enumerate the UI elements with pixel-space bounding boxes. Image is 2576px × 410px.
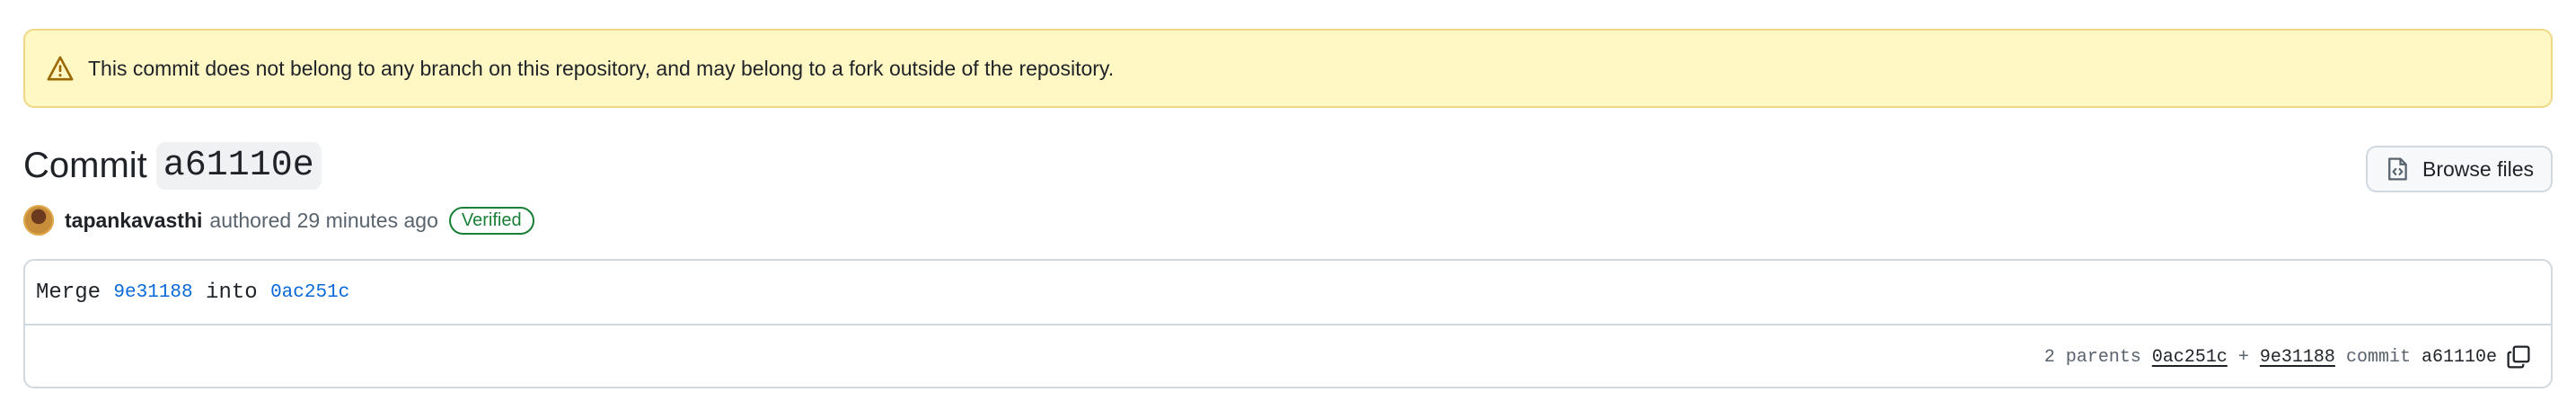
parent-sha-link-2[interactable]: 9e31188 [2260,347,2335,368]
verified-badge[interactable]: Verified [448,206,534,235]
commit-page: This commit does not belong to any branc… [0,0,2576,410]
commit-title: Commit a61110e [23,142,322,190]
parents-plus: + [2237,346,2249,368]
author-row: tapankavasthi authored 29 minutes ago Ve… [23,205,534,236]
parents-label: 2 parents [2043,346,2141,368]
parent-sha-link-1[interactable]: 0ac251c [2152,347,2228,368]
commit-message-box: Merge 9e31188 into 0ac251c 2 parents 0ac… [23,259,2553,388]
alert-icon [47,55,74,82]
author-link[interactable]: tapankavasthi [65,209,202,233]
browse-files-button[interactable]: Browse files [2366,146,2553,192]
commit-message: Merge 9e31188 into 0ac251c [25,261,2551,325]
message-middle: into [206,280,258,305]
base-sha-link[interactable]: 0ac251c [270,282,349,303]
authored-time: authored 29 minutes ago [209,208,438,232]
copy-icon[interactable] [2506,344,2531,370]
commit-sha-title: a61110e [155,142,322,190]
page-title: Commit [23,146,147,185]
fork-warning-banner: This commit does not belong to any branc… [23,29,2553,108]
banner-text: This commit does not belong to any branc… [88,56,1115,80]
avatar[interactable] [23,205,54,236]
message-prefix: Merge [36,280,101,305]
commit-meta: 2 parents 0ac251c + 9e31188 commit a6111… [25,325,2551,387]
head-sha-link[interactable]: 9e31188 [113,282,192,303]
commit-label: commit [2345,346,2411,368]
commit-sha: a61110e [2421,346,2497,368]
file-code-icon [2385,156,2410,182]
browse-files-label: Browse files [2422,156,2534,181]
